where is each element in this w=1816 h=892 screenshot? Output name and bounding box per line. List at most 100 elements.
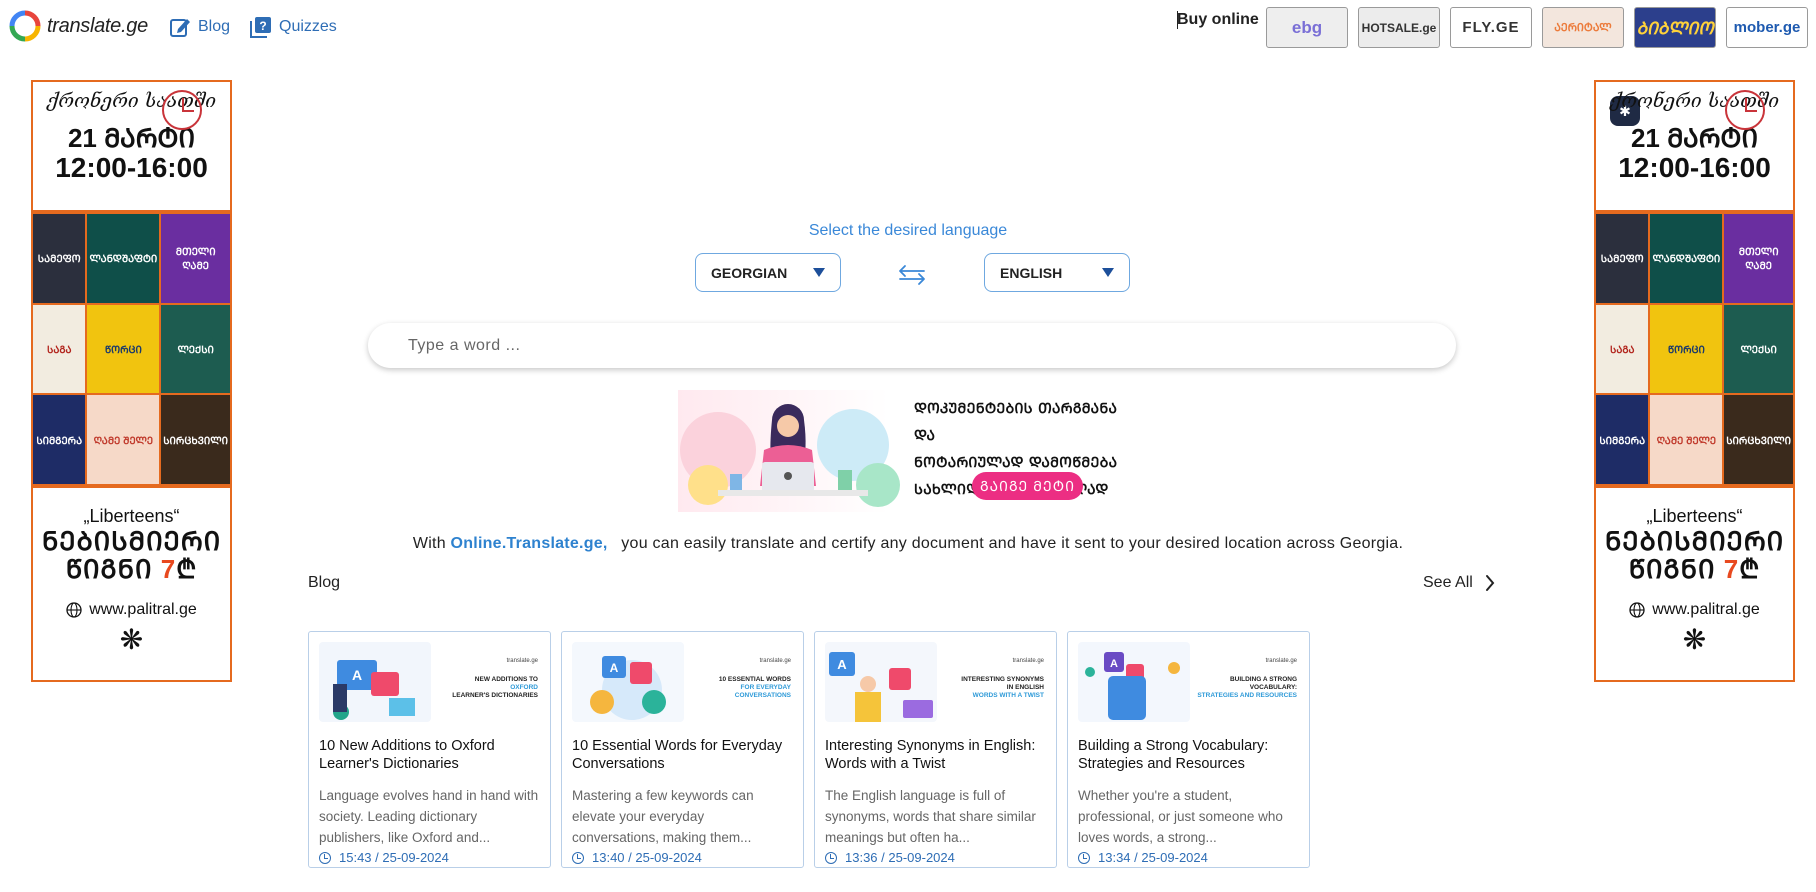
source-language-select[interactable]: GEORGIAN [695,253,841,292]
blog-card[interactable]: A translate.ge 10 ESSENTIAL WORDS FOR EV… [561,631,804,868]
source-language-value: GEORGIAN [711,264,788,281]
book-cover: ᲬᲝᲠᲪᲘ [87,304,160,394]
nav-quizzes-link[interactable]: ? Quizzes [250,16,337,38]
shop-biblusi[interactable]: ᲑᲘᲑᲚᲘᲝ [1634,7,1716,48]
ad-time: 12:00-16:00 [55,152,208,183]
ad-date: 21 ᲛᲐᲠᲢᲘ [67,123,196,153]
target-language-value: ENGLISH [1000,264,1063,281]
svg-text:A: A [1110,658,1118,670]
blog-card[interactable]: A translate.ge INTERESTING SYNONYMS IN E… [814,631,1057,868]
book-cover: ᲡᲘᲛᲒᲔᲠᲐ [1596,395,1649,484]
ad-book-grid: ᲡᲐᲛᲔᲤᲝ ᲚᲐᲜᲓᲨᲐᲤᲢᲘ ᲛᲗᲔᲚᲘ ᲦᲐᲛᲔ ᲡᲐᲒᲐ ᲬᲝᲠᲪᲘ Ლ… [1596,212,1793,488]
globe-icon [1629,602,1645,618]
clock-icon [1725,90,1765,130]
ad-time: 12:00-16:00 [1618,152,1771,183]
blog-card-title: Building a Strong Vocabulary: Strategies… [1078,738,1269,772]
nav-blog-label: Blog [198,18,231,35]
buy-online-label: Buy online [1177,11,1259,28]
blog-card-title: 10 New Additions to Oxford Learner's Dic… [319,738,495,772]
caption-rest: CONVERSATIONS [734,692,791,699]
svg-text:A: A [837,657,847,672]
site-header: translate.ge Blog ? Quizzes Buy online e… [0,0,1816,56]
nav-quizzes-label: Quizzes [279,18,337,35]
blog-card-excerpt: Whether you're a student, professional, … [1078,788,1283,845]
clock-icon [162,90,202,130]
caption-top: BUILDING A STRONG VOCABULARY: [1229,676,1297,691]
chevron-down-icon [813,268,825,277]
caption-rest: WORDS WITH A TWIST [972,692,1044,699]
blog-card-brand: translate.ge [1265,658,1297,664]
blog-card-image: A translate.ge BUILDING A STRONG VOCABUL… [1078,642,1299,722]
ad-website: www.palitral.ge [1596,601,1793,619]
see-all-link[interactable]: See All [1423,574,1495,592]
book-cover: ᲚᲔᲥᲡᲘ [1724,304,1793,394]
ad-book-word: ᲬᲘᲒᲜᲘ [65,554,153,584]
search-box [368,323,1456,368]
ad-library-name: „Liberteens“ [83,506,180,526]
blog-card-time: 15:43 / 25-09-2024 [339,850,449,865]
book-cover: ᲡᲐᲒᲐ [1596,304,1649,394]
blog-card-time: 13:36 / 25-09-2024 [845,850,955,865]
blog-card-timestamp: 13:34 / 25-09-2024 [1078,850,1299,865]
blog-card-image: A translate.ge INTERESTING SYNONYMS IN E… [825,642,1046,722]
blog-card-time: 13:40 / 25-09-2024 [592,850,702,865]
shop-flyge[interactable]: FLY.GE [1450,7,1532,48]
book-cover: ᲡᲘᲛᲒᲔᲠᲐ [33,395,86,484]
blog-card-brand: translate.ge [1012,658,1044,664]
blog-card-title: 10 Essential Words for Everyday Conversa… [572,738,783,772]
ornament-icon: ❋ [119,624,144,655]
ad-website-text: www.palitral.ge [89,601,197,618]
translation-service-banner[interactable]: ᲓᲝᲙᲣᲛᲔᲜᲢᲔᲑᲘᲡ ᲗᲐᲠᲒᲛᲐᲜᲐ ᲓᲐ ᲜᲝᲢᲐᲠᲘᲣᲚᲐᲓ ᲓᲐᲛᲝ… [678,390,1146,512]
swap-languages-icon[interactable] [896,264,928,286]
caption-rest: LEARNER'S DICTIONARIES [452,692,538,699]
ad-currency: ₾ [176,554,198,584]
online-translate-link[interactable]: Online.Translate.ge, [451,535,608,552]
ad-website-text: www.palitral.ge [1652,601,1760,618]
promo-text: With Online.Translate.ge, you can easily… [0,535,1816,553]
blog-illustration: A [1078,642,1190,722]
caption-accent: OXFORD [510,684,538,691]
target-language-select[interactable]: ENGLISH [984,253,1130,292]
quiz-icon: ? [250,17,271,38]
shop-links: ebg HOTSALE.ge FLY.GE ᲐᲔᲠᲘᲢᲐᲚ ᲑᲘᲑᲚᲘᲝ mob… [1266,7,1808,48]
blog-illustration: A [319,642,431,722]
ad-price: ᲬᲘᲒᲜᲘ 7₾ [33,555,230,583]
nav-blog-link[interactable]: Blog [169,16,230,38]
shop-mober[interactable]: mober.ge [1726,7,1808,48]
ad-library-name: „Liberteens“ [1646,506,1743,526]
ad-offer-block: „Liberteens“ ᲜᲔᲑᲘᲡᲛᲘᲔᲠᲘ ᲬᲘᲒᲜᲘ 7₾ www.pal… [1596,488,1793,655]
blog-card-brand: translate.ge [506,658,538,664]
svg-text:A: A [352,667,362,683]
shop-ebg[interactable]: ebg [1266,7,1348,48]
translator-illustration [680,404,900,507]
blog-cards: A translate.ge NEW ADDITIONS TO OXFORD L… [308,631,1310,868]
ad-currency: ₾ [1739,554,1761,584]
book-cover: ᲦᲐᲛᲔ ᲨᲔᲚᲔ [1650,395,1723,484]
shop-aerital[interactable]: ᲐᲔᲠᲘᲢᲐᲚ [1542,7,1624,48]
ad-book-word: ᲬᲘᲒᲜᲘ [1628,554,1716,584]
shop-hotsale[interactable]: HOTSALE.ge [1358,7,1440,48]
left-side-ad[interactable]: ქრონერი საათში 21 ᲛᲐᲠᲢᲘ 12:00-16:00 ᲡᲐᲛᲔ… [31,80,232,682]
blog-card-timestamp: 13:36 / 25-09-2024 [825,850,1046,865]
blog-card-timestamp: 13:40 / 25-09-2024 [572,850,793,865]
blog-illustration: A [825,642,937,722]
ad-date: 21 ᲛᲐᲠᲢᲘ [1630,123,1759,153]
promo-prefix: With [412,535,446,552]
ad-price: ᲬᲘᲒᲜᲘ 7₾ [1596,555,1793,583]
logo-icon [9,10,41,42]
blog-card-caption: INTERESTING SYNONYMS IN ENGLISH WORDS WI… [936,676,1044,700]
caption-top: INTERESTING SYNONYMS [961,676,1044,683]
banner-learn-more-button[interactable]: ᲒᲐᲘᲒᲔ ᲛᲔᲢᲘ [972,472,1083,500]
clock-icon [572,851,584,864]
search-input[interactable] [408,336,1308,355]
site-logo[interactable]: translate.ge [9,10,148,42]
right-side-ad[interactable]: ✱ ქრონერი საათში 21 ᲛᲐᲠᲢᲘ 12:00-16:00 ᲡᲐ… [1594,80,1795,682]
blog-card[interactable]: A translate.ge BUILDING A STRONG VOCABUL… [1067,631,1310,868]
blog-card[interactable]: A translate.ge NEW ADDITIONS TO OXFORD L… [308,631,551,868]
blog-card-caption: 10 ESSENTIAL WORDS FOR EVERYDAY CONVERSA… [683,676,791,700]
select-language-label: Select the desired language [808,222,1008,239]
caption-accent: STRATEGIES AND RESOURCES [1197,692,1297,699]
blog-card-timestamp: 15:43 / 25-09-2024 [319,850,540,865]
clock-icon [1078,851,1090,864]
caption-accent: FOR EVERYDAY [740,684,791,691]
